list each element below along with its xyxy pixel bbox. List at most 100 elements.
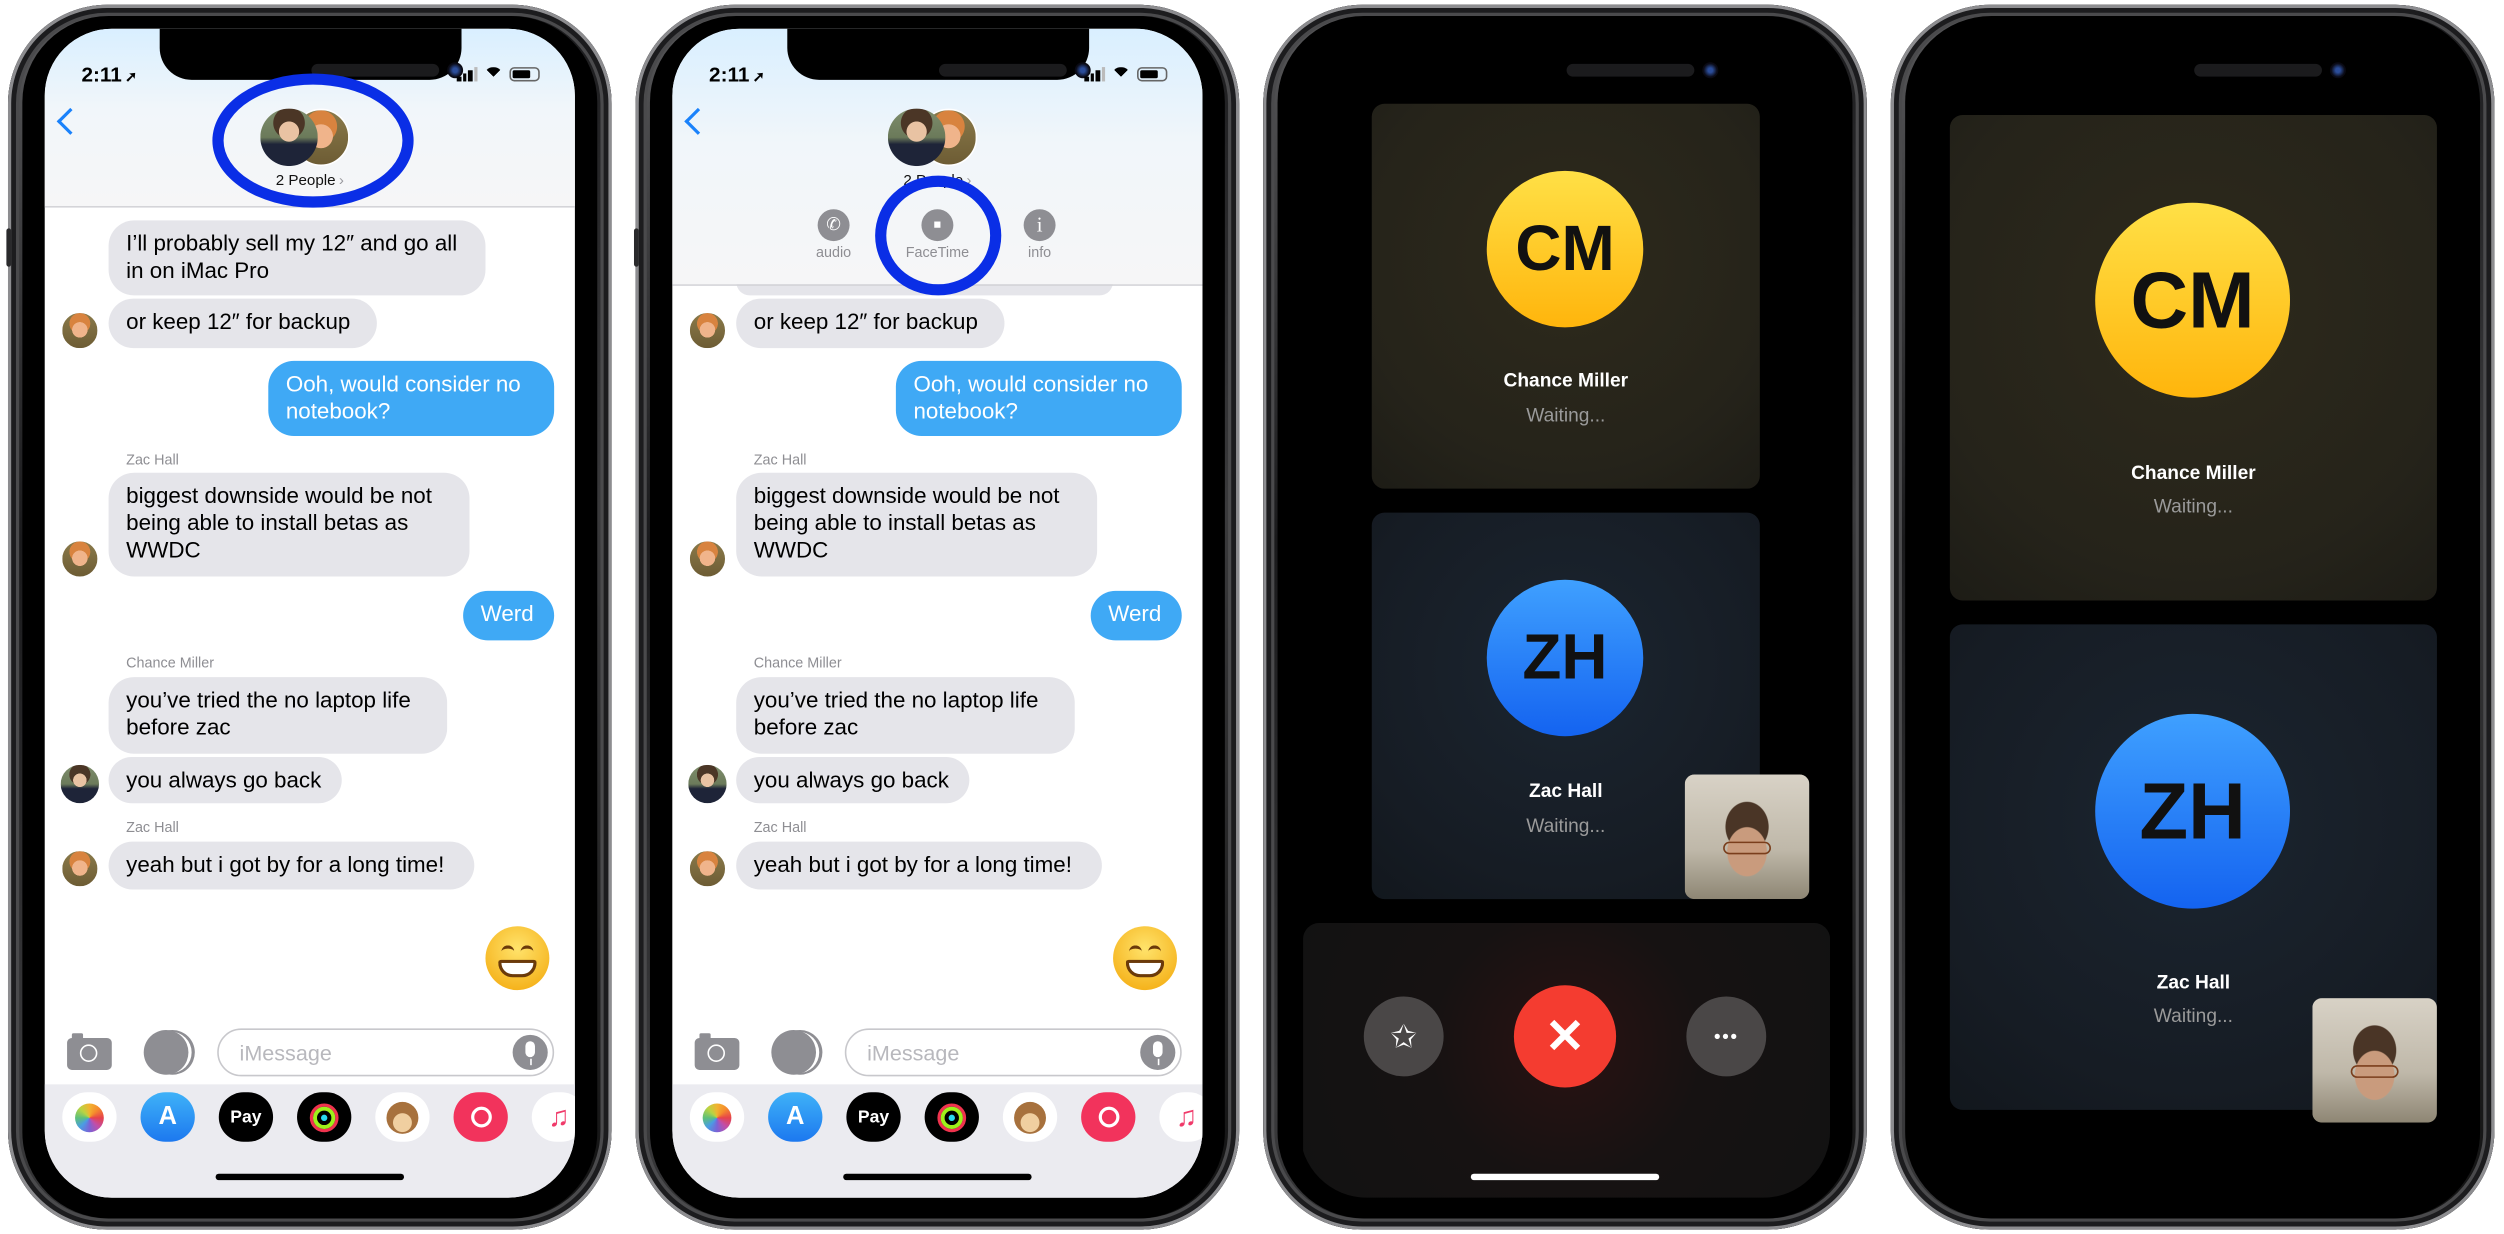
message-bubble: biggest downside would be not being able…	[736, 472, 1098, 577]
avatar-chance-miller	[60, 764, 100, 804]
speaker	[1566, 63, 1695, 77]
self-view-camera[interactable]	[2312, 998, 2437, 1123]
participant-tile-chance-miller[interactable]: CM Chance Miller Waiting...	[1371, 103, 1760, 489]
avatar-chance-miller[interactable]	[887, 108, 946, 167]
music-app-icon[interactable]: ♫	[531, 1092, 575, 1142]
front-camera	[2329, 62, 2346, 79]
phone-icon: ✆	[817, 209, 850, 242]
apple-pay-app-icon[interactable]: Pay	[218, 1092, 274, 1142]
self-view-camera[interactable]	[1684, 774, 1810, 900]
home-indicator[interactable]	[215, 1173, 405, 1181]
camera-icon[interactable]	[67, 1033, 112, 1070]
speaker	[939, 63, 1067, 77]
microphone-icon[interactable]	[512, 1034, 548, 1070]
back-chevron-icon[interactable]	[684, 107, 712, 135]
participant-name: Zac Hall	[2156, 970, 2231, 994]
mute-switch	[633, 228, 639, 267]
message-bubble: you’ve tried the no laptop life before z…	[736, 677, 1075, 754]
app-glyph: Pay	[857, 1107, 890, 1127]
camera-icon[interactable]	[694, 1033, 740, 1070]
sender-label: Chance Miller	[126, 654, 215, 671]
action-label: info	[1028, 244, 1052, 261]
avatar-zac-hall	[688, 849, 727, 888]
stage: 2:11 ➚ 2 People › I’ll probably sell my 12…	[0, 0, 2504, 1234]
sender-label: Zac Hall	[126, 819, 179, 836]
sent-message-bubble: Ooh, would consider no notebook?	[268, 360, 555, 436]
app-store-icon[interactable]	[143, 1030, 189, 1075]
avatar-zac-hall	[60, 849, 100, 888]
sender-label: Chance Miller	[753, 654, 842, 671]
monogram-avatar: CM	[1486, 170, 1644, 328]
sender-label: Zac Hall	[126, 451, 179, 468]
avatar-chance-miller	[688, 764, 727, 804]
annotation-circle-group-header	[212, 73, 414, 208]
avatar-zac-hall	[688, 539, 727, 579]
monogram-avatar: ZH	[2095, 713, 2291, 909]
music-app-icon[interactable]: ♫	[1159, 1092, 1203, 1142]
participant-status: Waiting...	[2153, 495, 2233, 518]
activity-app-icon[interactable]	[924, 1092, 979, 1142]
activity-app-icon[interactable]	[297, 1092, 352, 1142]
message-bubble: I’ll probably sell my 12″ and go all in …	[108, 220, 486, 296]
animoji-app-icon[interactable]	[375, 1092, 430, 1142]
app-glyph: A	[158, 1102, 177, 1130]
battery-icon	[509, 67, 540, 82]
app-store-app-icon[interactable]: A	[768, 1092, 823, 1142]
apple-pay-app-icon[interactable]: Pay	[846, 1092, 901, 1142]
effects-star-icon[interactable]: ✩	[1363, 996, 1444, 1077]
app-store-icon[interactable]	[771, 1030, 817, 1075]
more-options-icon[interactable]: •••	[1686, 996, 1767, 1077]
time-text: 2:11	[709, 62, 750, 87]
signal-icon	[456, 67, 478, 82]
avatar-zac-hall	[60, 311, 100, 350]
monogram-avatar: ZH	[1486, 579, 1644, 737]
imessage-input[interactable]: iMessage	[844, 1028, 1182, 1077]
time-text: 2:11	[81, 62, 122, 87]
animoji-app-icon[interactable]	[1002, 1092, 1058, 1142]
sent-message-bubble: Werd	[463, 590, 555, 641]
imessage-input[interactable]: iMessage	[217, 1028, 555, 1077]
signal-icon	[1084, 67, 1106, 82]
message-bubble: or keep 12″ for backup	[736, 298, 1005, 349]
wifi-icon	[483, 67, 504, 82]
photos-app-icon[interactable]	[689, 1092, 745, 1142]
end-call-button[interactable]: ✕	[1513, 985, 1617, 1088]
sent-message-bubble: Werd	[1090, 590, 1182, 641]
monogram-avatar: CM	[2095, 202, 2291, 398]
app-glyph: ♫	[1175, 1100, 1198, 1133]
mute-switch	[6, 228, 12, 267]
microphone-icon[interactable]	[1140, 1034, 1176, 1070]
phone-group-facetime-fullscreen: CM Chance Miller Waiting... ZH Zac Hall …	[1890, 4, 2495, 1230]
screen: CM Chance Miller Waiting... ZH Zac Hall …	[1299, 28, 1831, 1198]
message-bubble: or keep 12″ for backup	[108, 298, 377, 349]
grinning-face-emoji	[485, 926, 550, 991]
status-icons	[1084, 65, 1168, 82]
app-glyph: Pay	[230, 1107, 262, 1127]
participant-tile-chance-miller[interactable]: CM Chance Miller Waiting...	[1949, 114, 2437, 601]
info-icon: i	[1023, 209, 1056, 242]
status-time: 2:11 ➚	[81, 62, 137, 86]
home-indicator[interactable]	[843, 1173, 1032, 1181]
annotation-circle-facetime	[875, 175, 1002, 296]
message-bubble: you’ve tried the no laptop life before z…	[108, 677, 448, 754]
location-arrow-icon: ➚	[752, 68, 765, 85]
sender-label: Zac Hall	[753, 451, 807, 468]
info-button[interactable]: i info	[1008, 209, 1072, 260]
app-store-app-icon[interactable]: A	[140, 1092, 195, 1142]
audio-call-button[interactable]: ✆ audio	[802, 209, 866, 260]
back-chevron-icon[interactable]	[56, 107, 84, 135]
app-drawer: A Pay ♫	[44, 1084, 575, 1198]
input-placeholder: iMessage	[239, 1041, 332, 1066]
photos-app-icon[interactable]	[62, 1092, 117, 1142]
image-search-app-icon[interactable]	[1081, 1092, 1136, 1142]
grinning-face-emoji	[1113, 926, 1177, 991]
home-indicator[interactable]	[1470, 1173, 1660, 1181]
app-drawer: A Pay ♫	[672, 1084, 1203, 1198]
speaker	[2194, 63, 2322, 77]
phone-group-facetime-calling: CM Chance Miller Waiting... ZH Zac Hall …	[1263, 4, 1867, 1230]
status-icons	[456, 65, 540, 82]
message-bubble: biggest downside would be not being able…	[108, 472, 470, 577]
image-search-app-icon[interactable]	[453, 1092, 508, 1142]
sender-label: Zac Hall	[753, 819, 807, 836]
wifi-icon	[1111, 67, 1131, 82]
